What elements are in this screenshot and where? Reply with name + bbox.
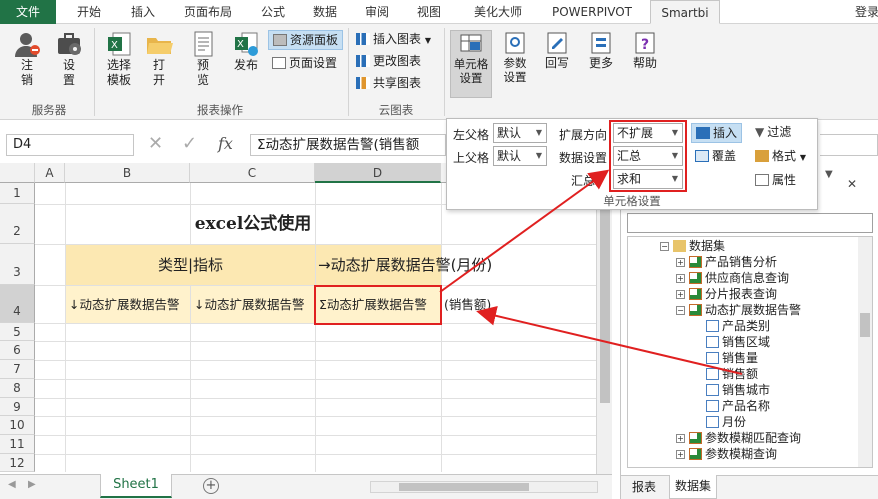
annotation-arrows: [439, 169, 743, 375]
arrow-to-cell: [476, 305, 743, 375]
arrow-to-popup: [439, 169, 610, 293]
